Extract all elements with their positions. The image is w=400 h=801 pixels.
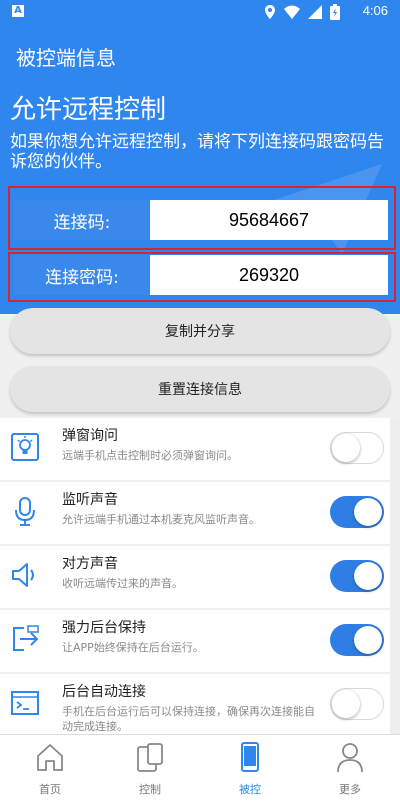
page-title: 被控端信息 [16,46,116,70]
setting-remote-sound[interactable]: 对方声音 收听远端传过来的声音。 [0,546,390,608]
reset-connection-button[interactable]: 重置连接信息 [10,366,390,412]
nav-label: 控制 [139,783,161,796]
background-keep-icon [13,625,39,651]
nav-control[interactable]: 控制 [100,735,200,801]
connection-code-row: 连接码: 95684667 [14,200,388,240]
hero-title: 允许远程控制 [10,95,167,125]
phone-icon [241,742,259,772]
nav-label: 首页 [39,783,61,796]
connection-password-value[interactable]: 269320 [150,255,388,295]
signal-icon [308,5,322,19]
toggle-knob [354,562,382,590]
copy-share-button[interactable]: 复制并分享 [10,308,390,354]
location-icon [265,5,275,19]
setting-description: 手机在后台运行后可以保持连接，确保再次连接能自动完成连接。 [62,705,315,733]
hero-panel: 被控端信息 允许远程控制 如果你想允许远程控制，请将下列连接码跟密码告诉您的伙伴… [0,24,400,314]
home-icon [37,744,63,771]
setting-title: 弹窗询问 [62,428,118,444]
setting-listen-sound[interactable]: 监听声音 允许远端手机通过本机麦克风监听声音。 [0,482,390,544]
setting-title: 后台自动连接 [62,684,146,700]
nav-home[interactable]: 首页 [0,735,100,801]
popup-ask-toggle[interactable] [330,432,384,464]
speaker-icon [12,563,34,587]
toggle-knob [354,498,382,526]
setting-title: 对方声音 [62,556,118,572]
connection-password-label: 连接密码: [14,255,150,295]
connection-password-row: 连接密码: 269320 [14,255,388,295]
auto-connect-toggle[interactable] [330,688,384,720]
battery-icon [330,4,340,20]
setting-description: 收听远端传过来的声音。 [62,577,183,590]
nav-label: 被控 [239,783,261,796]
status-time: 4:06 [362,3,388,18]
nav-label: 更多 [339,783,361,796]
setting-auto-connect[interactable]: 后台自动连接 手机在后台运行后可以保持连接，确保再次连接能自动完成连接。 [0,674,390,734]
status-bar: A 4:06 [0,0,400,24]
person-icon [337,743,363,773]
settings-list: 弹窗询问 远端手机点击控制时必须弹窗询问。 监听声音 允许远端手机通过本机麦克风… [0,418,400,734]
wifi-icon [284,5,300,19]
listen-sound-toggle[interactable] [330,496,384,528]
remote-sound-toggle[interactable] [330,560,384,592]
connection-code-label: 连接码: [14,200,150,240]
setting-description: 远端手机点击控制时必须弹窗询问。 [62,449,238,462]
bottom-navigation: 首页 控制 被控 更多 [0,734,400,801]
setting-background-keep[interactable]: 强力后台保持 让APP始终保持在后台运行。 [0,610,390,672]
microphone-icon [15,497,35,526]
setting-title: 监听声音 [62,492,118,508]
hero-description: 如果你想允许远程控制，请将下列连接码跟密码告诉您的伙伴。 [10,132,384,172]
connection-code-value[interactable]: 95684667 [150,200,388,240]
terminal-icon [11,691,39,715]
nav-controlled[interactable]: 被控 [200,735,300,801]
nav-more[interactable]: 更多 [300,735,400,801]
setting-description: 让APP始终保持在后台运行。 [62,641,204,654]
toggle-knob [332,434,360,462]
popup-bulb-icon [11,433,39,461]
devices-icon [137,743,163,772]
toggle-knob [332,690,360,718]
notification-app-icon: A [12,5,24,17]
background-keep-toggle[interactable] [330,624,384,656]
toggle-knob [354,626,382,654]
setting-popup-ask[interactable]: 弹窗询问 远端手机点击控制时必须弹窗询问。 [0,418,390,480]
setting-description: 允许远端手机通过本机麦克风监听声音。 [62,513,260,526]
setting-title: 强力后台保持 [62,620,146,636]
